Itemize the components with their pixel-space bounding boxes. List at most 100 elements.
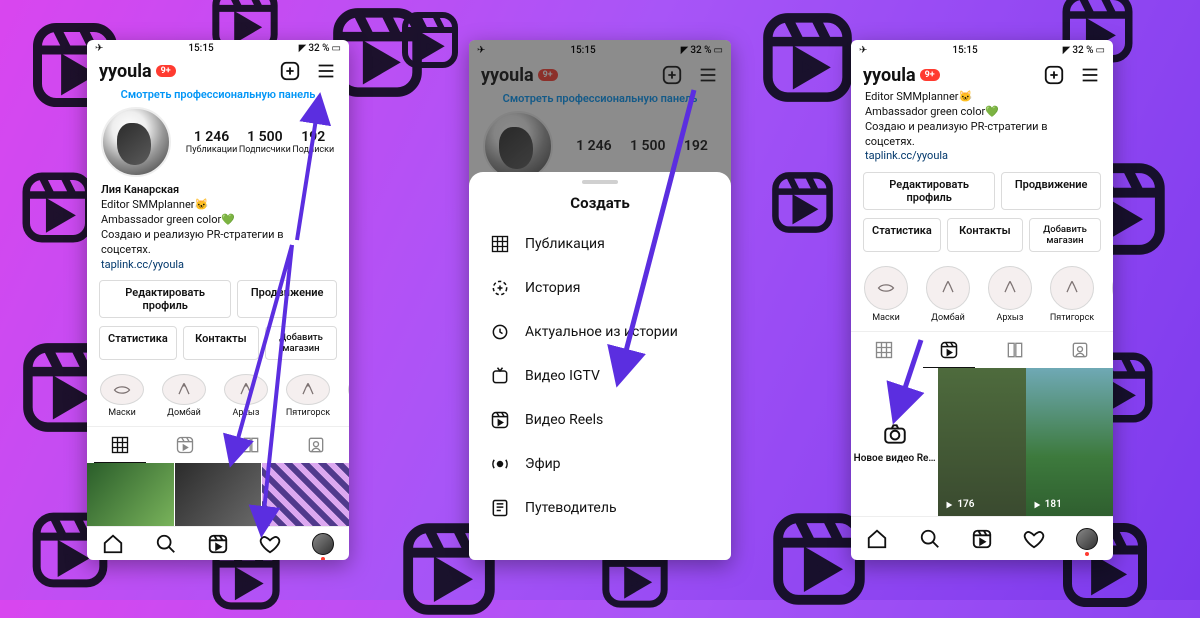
bio-line: Editor SMMplanner🐱 (865, 90, 1099, 105)
menu-post[interactable]: Публикация (469, 222, 731, 266)
bio-line: Создаю и реализую PR-стратегии в соцсетя… (865, 120, 1099, 150)
airplane-icon: ✈︎ (95, 43, 103, 54)
tab-tagged[interactable] (1048, 332, 1114, 368)
menu-live[interactable]: Эфир (469, 442, 731, 486)
create-button[interactable] (1043, 64, 1065, 86)
menu-button[interactable] (1079, 64, 1101, 86)
addshop-button[interactable]: Добавить магазин (1029, 218, 1101, 252)
promote-button[interactable]: Продвижение (1001, 172, 1101, 210)
bio: Лия Канарская Editor SMMplanner🐱 Ambassa… (87, 177, 349, 276)
menu-guide[interactable]: Путеводитель (469, 486, 731, 530)
edit-profile-button[interactable]: Редактировать профиль (99, 280, 231, 318)
tab-guides[interactable] (218, 427, 284, 463)
stat-following[interactable]: 192 Подписки (292, 129, 334, 155)
profile-header: yyoula 9+ (87, 54, 349, 86)
highlight-item[interactable]: Архыз (987, 266, 1033, 323)
tab-reels[interactable] (153, 427, 219, 463)
bio-link[interactable]: taplink.cc/yyoula (101, 258, 335, 273)
highlight-item[interactable]: Маски (99, 374, 145, 418)
content-tabs (87, 426, 349, 463)
nav-search[interactable] (919, 528, 941, 550)
sheet-handle[interactable] (582, 180, 618, 184)
nav-activity[interactable] (1023, 528, 1045, 550)
reel-thumb[interactable]: 181 (1026, 368, 1113, 516)
screen-reels-tab: ✈︎ 15:15 ◤32 %▭ yyoula9+ Editor SMMplann… (851, 40, 1113, 560)
bottom-nav (851, 516, 1113, 560)
battery-icon: ▭ (332, 43, 341, 54)
nav-reels[interactable] (971, 528, 993, 550)
screen-profile: ✈︎ 15:15 ◤32 %▭ yyoula 9+ Смотреть профе… (87, 40, 349, 560)
menu-highlight[interactable]: Актуальное из истории (469, 310, 731, 354)
highlight-item[interactable]: Домбай (161, 374, 207, 418)
tab-reels[interactable] (917, 332, 983, 368)
tab-tagged[interactable] (284, 427, 350, 463)
views-label: 181 (1032, 499, 1062, 510)
post-thumb[interactable] (87, 463, 174, 526)
stats-button[interactable]: Статистика (99, 326, 177, 360)
highlight-item[interactable]: Домбай (925, 266, 971, 323)
pro-dashboard-link[interactable]: Смотреть профессиональную панель (87, 86, 349, 107)
views-label: 176 (944, 499, 974, 510)
tab-grid[interactable] (87, 427, 153, 463)
nav-reels[interactable] (207, 533, 229, 555)
bio-line: Ambassador green color💚 (101, 213, 335, 228)
post-thumb[interactable] (262, 463, 349, 526)
nav-home[interactable] (102, 533, 124, 555)
reels-grid: Новое видео Re… 176 181 (851, 368, 1113, 516)
status-time: 15:15 (952, 45, 977, 56)
highlight-item[interactable]: Реце (347, 374, 349, 418)
tab-grid[interactable] (851, 332, 917, 368)
menu-story[interactable]: История (469, 266, 731, 310)
edit-profile-button[interactable]: Редактировать профиль (863, 172, 995, 210)
location-icon: ◤ (1063, 45, 1071, 56)
menu-button[interactable] (315, 60, 337, 82)
nav-profile[interactable] (1076, 528, 1098, 550)
status-bar: ✈︎ 15:15 ◤32 %▭ (87, 40, 349, 54)
story-icon (489, 277, 511, 299)
reel-thumb[interactable]: 176 (938, 368, 1025, 516)
stat-posts[interactable]: 1 246 Публикации (186, 129, 238, 155)
tab-guides[interactable] (982, 332, 1048, 368)
create-button[interactable] (279, 60, 301, 82)
contacts-button[interactable]: Контакты (947, 218, 1023, 252)
addshop-button[interactable]: Добавить магазин (265, 326, 337, 360)
highlight-item[interactable]: Пятигорск (1049, 266, 1095, 323)
bio-line: Создаю и реализую PR-стратегии в соцсетя… (101, 228, 335, 258)
nav-home[interactable] (866, 528, 888, 550)
bio-line: Ambassador green color💚 (865, 105, 1099, 120)
nav-search[interactable] (155, 533, 177, 555)
highlight-item[interactable]: Маски (863, 266, 909, 323)
highlight-item[interactable]: Архыз (223, 374, 269, 418)
username-text: yyoula (99, 61, 152, 82)
bio-line: Editor SMMplanner🐱 (101, 198, 335, 213)
content-tabs (851, 331, 1113, 368)
stats-button[interactable]: Статистика (863, 218, 941, 252)
username[interactable]: yyoula 9+ (99, 61, 176, 82)
status-battery: 32 % (1072, 45, 1093, 56)
posts-grid (87, 463, 349, 526)
new-reel-button[interactable]: Новое видео Re… (851, 368, 938, 516)
bio-link[interactable]: taplink.cc/yyoula (865, 149, 1099, 164)
highlights-row[interactable]: Маски Домбай Архыз Пятигорск Реце (87, 364, 349, 422)
location-icon: ◤ (299, 43, 307, 54)
guide-icon (489, 497, 511, 519)
highlights-row[interactable]: Маски Домбай Архыз Пятигорск Реце (851, 256, 1113, 327)
contacts-button[interactable]: Контакты (183, 326, 259, 360)
nav-activity[interactable] (259, 533, 281, 555)
profile-avatar[interactable] (101, 107, 171, 177)
highlight-item[interactable]: Реце (1111, 266, 1113, 323)
airplane-icon: ✈︎ (859, 45, 867, 56)
menu-igtv[interactable]: Видео IGTV (469, 354, 731, 398)
reels-icon (489, 409, 511, 431)
nav-profile[interactable] (312, 533, 334, 555)
battery-icon: ▭ (1096, 45, 1105, 56)
promote-button[interactable]: Продвижение (237, 280, 337, 318)
create-sheet: Создать Публикация История Актуальное из… (469, 172, 731, 560)
notification-badge: 9+ (156, 65, 176, 77)
notification-badge: 9+ (920, 69, 940, 81)
stat-followers[interactable]: 1 500 Подписчики (239, 129, 291, 155)
menu-reels[interactable]: Видео Reels (469, 398, 731, 442)
post-thumb[interactable] (175, 463, 262, 526)
username[interactable]: yyoula9+ (863, 65, 940, 86)
highlight-item[interactable]: Пятигорск (285, 374, 331, 418)
